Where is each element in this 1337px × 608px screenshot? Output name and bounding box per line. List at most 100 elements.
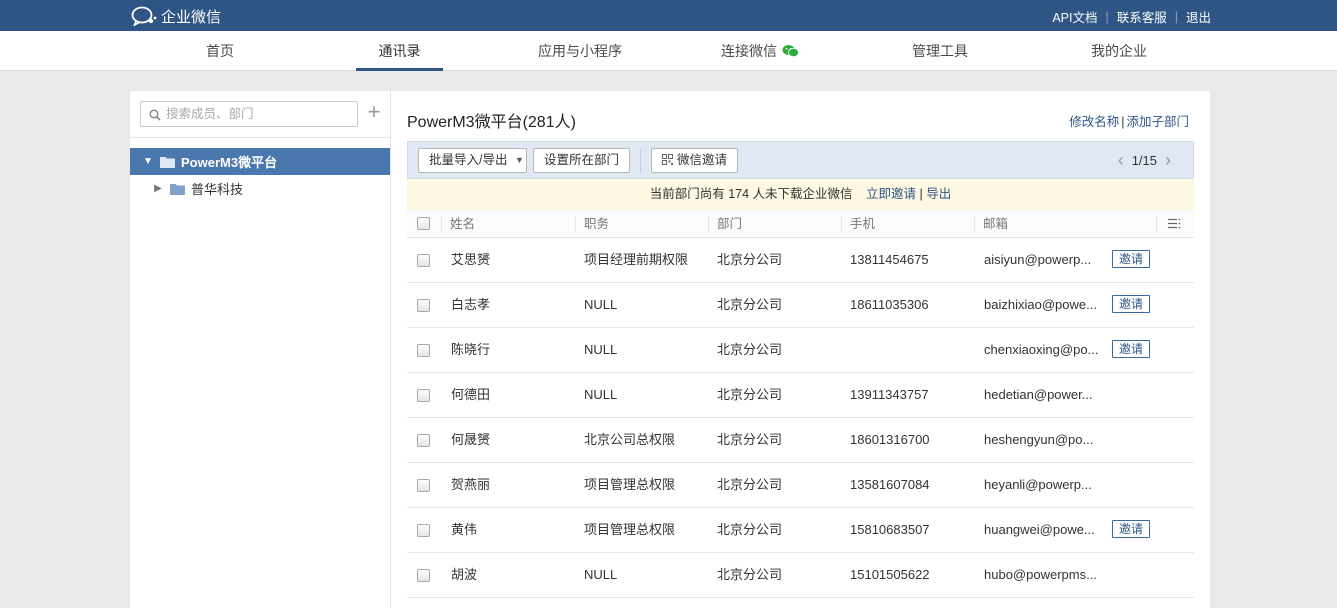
- row-checkbox[interactable]: [417, 434, 430, 447]
- table-row[interactable]: 何德田 NULL 北京分公司 13911343757 hedetian@power...: [407, 373, 1194, 418]
- toolbar-separator: [640, 148, 641, 173]
- invite-button[interactable]: 邀请: [1112, 520, 1150, 538]
- member-department: 北京分公司: [717, 297, 783, 312]
- dropdown-arrow-icon: ▼: [514, 155, 524, 165]
- table-row[interactable]: 黄伟 项目管理总权限 北京分公司 15810683507 huangwei@powe..…: [407, 508, 1194, 553]
- member-name[interactable]: 何德田: [451, 373, 571, 417]
- member-department: 北京分公司: [717, 387, 783, 402]
- contact-support-link[interactable]: 联系客服: [1117, 7, 1167, 26]
- member-title: NULL: [584, 567, 618, 582]
- tree-item-child[interactable]: ▶ 普华科技: [130, 175, 390, 202]
- column-header-email[interactable]: 邮箱: [974, 216, 1008, 232]
- table-row[interactable]: 艾思赟 项目经理前期权限 北京分公司 13811454675 aisiyun@power…: [407, 238, 1194, 283]
- member-email: aisiyun@powerp...: [984, 252, 1092, 267]
- department-sidebar: + ▼ PowerM3微平台 ▶ 普华科技: [130, 91, 391, 608]
- member-email: huangwei@powe...: [984, 522, 1095, 537]
- member-toolbar: 批量导入/导出 ▼ 设置所在部门 微信邀请 ‹ 1/15 ›: [407, 141, 1194, 179]
- invite-button[interactable]: 邀请: [1112, 295, 1150, 313]
- member-department: 北京分公司: [717, 567, 783, 582]
- app-logo[interactable]: 企业微信: [131, 5, 221, 27]
- nav-admin-tools[interactable]: 管理工具: [898, 31, 982, 71]
- qr-code-icon: [662, 154, 673, 165]
- member-title: 项目管理总权限: [584, 522, 676, 537]
- row-checkbox[interactable]: [417, 344, 430, 357]
- caret-right-icon[interactable]: ▶: [152, 183, 164, 194]
- caret-down-icon[interactable]: ▼: [142, 156, 154, 167]
- member-phone: 13911343757: [850, 387, 929, 402]
- member-name[interactable]: 何晟赟: [451, 418, 571, 462]
- nav-connect-wechat[interactable]: 连接微信: [712, 31, 808, 71]
- app-name: 企业微信: [161, 8, 222, 26]
- invite-now-link[interactable]: 立即邀请: [866, 187, 916, 201]
- row-checkbox[interactable]: [417, 389, 430, 402]
- member-title: 项目经理前期权限: [584, 252, 689, 267]
- member-name[interactable]: 艾思赟: [451, 238, 571, 282]
- rename-department-link[interactable]: 修改名称: [1069, 115, 1119, 129]
- member-panel: PowerM3微平台(281人) 修改名称 | 添加子部门 批量导入/导出 ▼ 设置…: [407, 91, 1194, 608]
- member-name[interactable]: 胡波: [451, 553, 571, 597]
- folder-icon: [170, 183, 185, 195]
- set-department-button[interactable]: 设置所在部门: [533, 148, 630, 173]
- top-link-separator: |: [1105, 9, 1109, 24]
- member-title: NULL: [584, 342, 618, 357]
- prev-page-icon[interactable]: ‹: [1118, 151, 1124, 169]
- table-row[interactable]: 何晟赟 北京公司总权限 北京分公司 18601316700 heshengyun@po.…: [407, 418, 1194, 463]
- add-icon[interactable]: +: [366, 101, 382, 123]
- member-title: NULL: [584, 387, 618, 402]
- department-title: PowerM3微平台(281人): [407, 114, 576, 131]
- table-header: 姓名 职务 部门 手机 邮箱: [407, 210, 1194, 238]
- nav-apps[interactable]: 应用与小程序: [528, 31, 632, 71]
- next-page-icon[interactable]: ›: [1165, 151, 1171, 169]
- table-row[interactable]: 陈晓行 NULL 北京分公司 chenxiaoxing@po... 邀请: [407, 328, 1194, 373]
- add-subdepartment-link[interactable]: 添加子部门: [1126, 115, 1189, 129]
- row-checkbox[interactable]: [417, 524, 430, 537]
- wechat-invite-button[interactable]: 微信邀请: [651, 148, 738, 173]
- member-phone: [850, 328, 970, 372]
- sidebar-divider: [130, 137, 390, 138]
- column-settings-icon[interactable]: [1156, 216, 1194, 232]
- table-row[interactable]: 贺燕丽 项目管理总权限 北京分公司 13581607084 heyanli@powerp…: [407, 463, 1194, 508]
- member-title: 项目管理总权限: [584, 477, 676, 492]
- nav-contacts[interactable]: 通讯录: [356, 31, 443, 71]
- invite-button[interactable]: 邀请: [1112, 250, 1150, 268]
- wechat-icon: [782, 45, 799, 58]
- export-link[interactable]: 导出: [926, 187, 951, 201]
- nav-my-company[interactable]: 我的企业: [1078, 31, 1160, 71]
- member-phone: 13581607084: [850, 477, 930, 492]
- row-checkbox[interactable]: [417, 254, 430, 267]
- column-header-department[interactable]: 部门: [708, 216, 742, 232]
- member-name[interactable]: 陈晓行: [451, 328, 571, 372]
- nav-home[interactable]: 首页: [193, 31, 247, 71]
- column-header-name[interactable]: 姓名: [441, 216, 475, 232]
- select-all-checkbox[interactable]: [417, 217, 430, 230]
- member-email: chenxiaoxing@po...: [984, 342, 1099, 357]
- row-checkbox[interactable]: [417, 299, 430, 312]
- search-box: [140, 101, 358, 127]
- member-name[interactable]: 黄伟: [451, 508, 571, 552]
- table-row[interactable]: 胡波 NULL 北京分公司 15101505622 hubo@powerpms...: [407, 553, 1194, 598]
- row-checkbox[interactable]: [417, 569, 430, 582]
- member-email: heyanli@powerp...: [984, 477, 1092, 492]
- import-export-button[interactable]: 批量导入/导出 ▼: [418, 148, 527, 173]
- contacts-card: + ▼ PowerM3微平台 ▶ 普华科技 PowerM3微平台(281人) 修…: [130, 91, 1210, 608]
- api-docs-link[interactable]: API文档: [1052, 7, 1097, 26]
- member-department: 北京分公司: [717, 252, 783, 267]
- logout-link[interactable]: 退出: [1186, 7, 1211, 26]
- member-phone: 18601316700: [850, 432, 930, 447]
- search-input[interactable]: [166, 104, 351, 124]
- column-header-phone[interactable]: 手机: [841, 216, 875, 232]
- wechat-invite-label: 微信邀请: [677, 153, 728, 167]
- department-actions: 修改名称 | 添加子部门: [1069, 111, 1189, 130]
- member-department: 北京分公司: [717, 477, 783, 492]
- member-name[interactable]: 贺燕丽: [451, 463, 571, 507]
- invite-button[interactable]: 邀请: [1112, 340, 1150, 358]
- folder-icon: [160, 156, 175, 168]
- row-checkbox[interactable]: [417, 479, 430, 492]
- import-export-label: 批量导入/导出: [429, 153, 508, 167]
- member-email: hubo@powerpms...: [984, 567, 1097, 582]
- column-header-title[interactable]: 职务: [575, 216, 609, 232]
- tree-item-root[interactable]: ▼ PowerM3微平台: [130, 148, 390, 175]
- member-name[interactable]: 白志孝: [451, 283, 571, 327]
- action-separator: |: [1121, 115, 1125, 129]
- table-row[interactable]: 白志孝 NULL 北京分公司 18611035306 baizhixiao@powe..…: [407, 283, 1194, 328]
